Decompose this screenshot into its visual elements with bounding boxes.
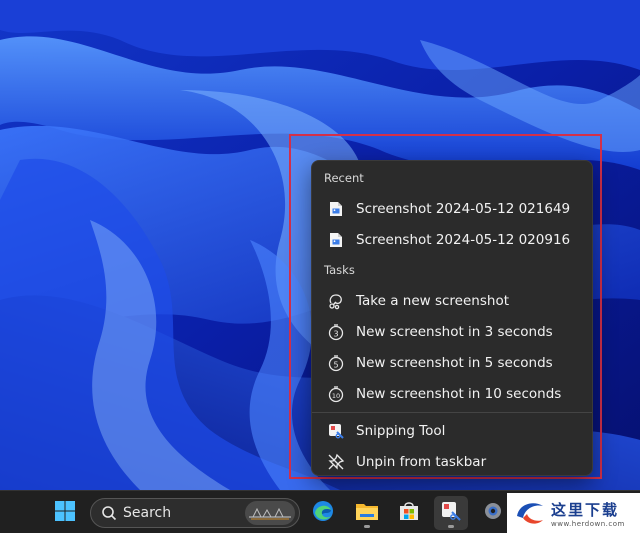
- search-icon: [101, 505, 117, 521]
- snipping-tool-icon: [326, 421, 346, 441]
- app-item-label: Unpin from taskbar: [356, 453, 487, 470]
- microsoft-store-icon: [398, 500, 420, 526]
- file-explorer-icon: [355, 500, 379, 526]
- recent-header: Recent: [324, 171, 364, 185]
- task-take-new-screenshot[interactable]: Take a new screenshot: [316, 286, 588, 315]
- running-indicator: [448, 525, 454, 528]
- task-label: New screenshot in 3 seconds: [356, 323, 553, 340]
- snipping-tool-jump-list: Recent Screenshot 2024-05-12 021649 Scre…: [311, 160, 593, 476]
- svg-text:5: 5: [333, 360, 338, 369]
- watermark-url: www.herdown.com: [551, 519, 625, 528]
- svg-text:3: 3: [333, 329, 338, 338]
- microsoft-store-button[interactable]: [392, 496, 426, 530]
- edge-button[interactable]: [306, 496, 340, 530]
- file-explorer-button[interactable]: [350, 496, 384, 530]
- unpin-from-taskbar[interactable]: Unpin from taskbar: [316, 447, 588, 476]
- unpin-icon: [326, 452, 346, 472]
- svg-text:10: 10: [332, 392, 340, 400]
- timer-10-icon: 10: [326, 384, 346, 404]
- watermark-title: 这里下载: [551, 500, 620, 519]
- timer-3-icon: 3: [326, 322, 346, 342]
- taskbar-search[interactable]: Search: [90, 498, 300, 528]
- tasks-header: Tasks: [324, 263, 355, 277]
- search-highlight-image: [245, 501, 295, 529]
- snipping-tool-button[interactable]: [434, 496, 468, 530]
- settings-icon: [482, 500, 504, 526]
- recent-item-screenshot-020916[interactable]: Screenshot 2024-05-12 020916: [316, 225, 588, 254]
- search-label: Search: [123, 505, 172, 521]
- edge-icon: [311, 499, 335, 527]
- site-watermark: 这里下载 www.herdown.com: [507, 493, 640, 533]
- watermark-logo-icon: [513, 498, 547, 528]
- task-screenshot-10-seconds[interactable]: 10 New screenshot in 10 seconds: [316, 379, 588, 408]
- running-indicator: [364, 525, 370, 528]
- task-label: New screenshot in 5 seconds: [356, 354, 553, 371]
- recent-item-label: Screenshot 2024-05-12 020916: [356, 231, 571, 248]
- start-button[interactable]: [48, 496, 82, 530]
- start-icon: [54, 500, 76, 526]
- menu-divider: [312, 412, 592, 413]
- timer-5-icon: 5: [326, 353, 346, 373]
- snipping-tool-icon: [440, 500, 462, 526]
- task-label: Take a new screenshot: [356, 292, 509, 309]
- recent-item-label: Screenshot 2024-05-12 021649: [356, 200, 571, 217]
- task-screenshot-5-seconds[interactable]: 5 New screenshot in 5 seconds: [316, 348, 588, 377]
- image-file-icon: [326, 230, 346, 250]
- task-screenshot-3-seconds[interactable]: 3 New screenshot in 3 seconds: [316, 317, 588, 346]
- open-snipping-tool[interactable]: Snipping Tool: [316, 416, 588, 445]
- task-label: New screenshot in 10 seconds: [356, 385, 562, 402]
- recent-item-screenshot-021649[interactable]: Screenshot 2024-05-12 021649: [316, 194, 588, 223]
- app-item-label: Snipping Tool: [356, 422, 446, 439]
- image-file-icon: [326, 199, 346, 219]
- snip-icon: [326, 291, 346, 311]
- settings-button[interactable]: [476, 496, 510, 530]
